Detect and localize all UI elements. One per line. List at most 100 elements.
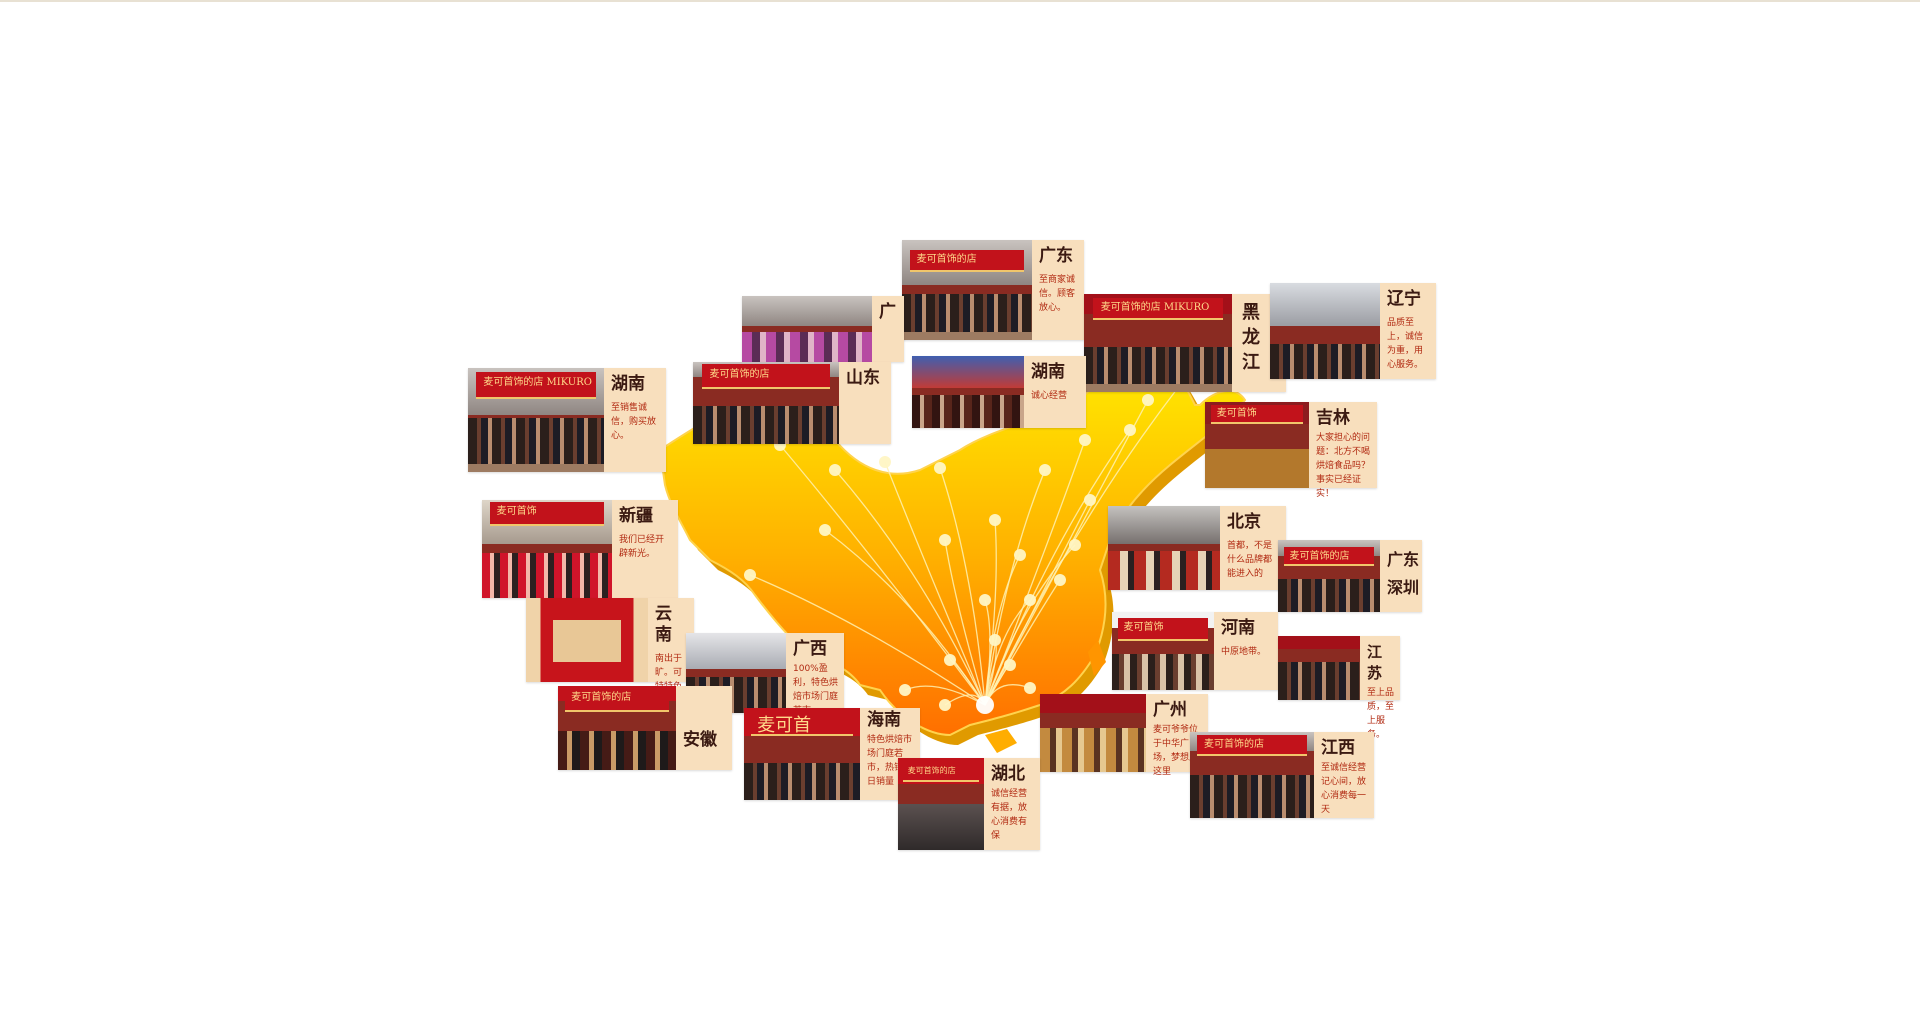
region-title: 新疆 xyxy=(619,506,653,526)
card-label: 新疆 我们已经开辟新光。 xyxy=(612,500,678,598)
location-dot xyxy=(979,594,991,606)
region-desc: 品质至上，诚信为重，用心服务。 xyxy=(1387,318,1424,370)
map-hainan-island xyxy=(985,729,1017,753)
card-hunan-mid: 湖南 诚心经营 xyxy=(912,356,1086,428)
location-dot xyxy=(1039,464,1051,476)
location-dot xyxy=(1024,594,1036,606)
region-title: 广东 xyxy=(1039,246,1073,266)
location-dot xyxy=(1124,424,1136,436)
card-label: 江苏 至上品质，至上服务。 xyxy=(1360,636,1400,740)
location-dot xyxy=(899,684,911,696)
region-title: 山东 xyxy=(846,368,880,388)
store-photo xyxy=(912,356,1024,428)
location-dot xyxy=(944,654,956,666)
location-dot xyxy=(744,569,756,581)
location-dot xyxy=(829,464,841,476)
location-dot xyxy=(939,699,951,711)
card-label: 广西 100%盈利，特色烘焙市场门庭若市。 xyxy=(786,633,844,716)
card-label: 山东 xyxy=(839,362,891,444)
card-hubei: 麦可首饰的店 湖北 诚信经营有据，放心消费有保 xyxy=(898,758,1040,850)
region-desc: 首都，不是什么品牌都能进入的 xyxy=(1227,541,1273,579)
region-title: 江西 xyxy=(1321,738,1355,758)
card-label: 广东 至商家诚信。顾客放心。 xyxy=(1032,240,1084,340)
location-dot xyxy=(1142,394,1154,406)
region-desc: 中原地带。 xyxy=(1221,647,1267,657)
store-photo: 麦可首饰的店 MIKURO xyxy=(1084,294,1232,392)
store-photo xyxy=(742,296,872,362)
region-desc: 大家担心的问题：北方不喝烘焙食品吗？事实已经证实！ xyxy=(1316,433,1371,499)
region-title: 广 xyxy=(879,302,896,322)
region-desc: 至销售诚信，购买放心。 xyxy=(611,403,657,441)
card-jilin: 麦可首饰 吉林 大家担心的问题：北方不喝烘焙食品吗？事实已经证实！ xyxy=(1205,402,1377,499)
region-desc: 诚信经营有据，放心消费有保 xyxy=(991,789,1028,841)
card-hainan: 麦可首 海南 特色烘焙市场门庭若市，热销，日销量 xyxy=(744,708,920,800)
card-liaoning: 辽宁 品质至上，诚信为重，用心服务。 xyxy=(1270,283,1436,379)
location-dot xyxy=(1014,549,1026,561)
region-desc: 我们已经开辟新光。 xyxy=(619,535,665,559)
card-jiangsu: 江苏 至上品质，至上服务。 xyxy=(1278,636,1400,740)
location-dot xyxy=(879,456,891,468)
region-title: 黑龙江 xyxy=(1242,302,1260,373)
region-title: 吉林 xyxy=(1316,408,1350,428)
card-heilongjiang: 麦可首饰的店 MIKURO 黑龙江 xyxy=(1084,294,1286,392)
store-photo: 麦可首饰 xyxy=(1112,612,1214,690)
location-dot xyxy=(1054,574,1066,586)
region-title: 辽宁 xyxy=(1387,289,1421,309)
store-photo: 麦可首饰的店 xyxy=(1190,732,1314,818)
card-label: 江西 至诚信经营记心间，放心消费每一天 xyxy=(1314,732,1374,818)
card-label: 湖北 诚信经营有据，放心消费有保 xyxy=(984,758,1040,850)
card-jiangxi: 麦可首饰的店 江西 至诚信经营记心间，放心消费每一天 xyxy=(1190,732,1374,818)
location-dot xyxy=(989,634,1001,646)
card-label: 吉林 大家担心的问题：北方不喝烘焙食品吗？事实已经证实！ xyxy=(1309,402,1377,499)
store-photo: 麦可首饰 xyxy=(482,500,612,598)
region-title: 湖南 xyxy=(1031,362,1065,382)
hub-dot xyxy=(976,696,994,714)
store-map-graphic: 麦可首饰的店 广东 至商家诚信。顾客放心。 广 麦可首饰的店 MIKURO 黑龙… xyxy=(0,0,1920,1032)
card-yunnan: 云南 南出于旷。可特特色千亿财富。 xyxy=(526,598,694,720)
location-dot xyxy=(989,514,1001,526)
china-map xyxy=(658,333,1253,753)
card-shandong: 麦可首饰的店 山东 xyxy=(693,362,891,444)
location-dot xyxy=(1084,494,1096,506)
store-photo: 麦可首 xyxy=(744,708,860,800)
store-photo xyxy=(1270,283,1380,379)
store-photo: 麦可首饰的店 xyxy=(558,686,676,770)
region-desc: 至商家诚信。顾客放心。 xyxy=(1039,275,1076,313)
store-photo xyxy=(526,598,648,682)
store-photo: 麦可首饰的店 xyxy=(902,240,1032,340)
card-label: 北京 首都，不是什么品牌都能进入的 xyxy=(1220,506,1286,590)
card-henan: 麦可首饰 河南 中原地带。 xyxy=(1112,612,1278,690)
card-label: 河南 中原地带。 xyxy=(1214,612,1278,690)
card-label: 辽宁 品质至上，诚信为重，用心服务。 xyxy=(1380,283,1436,379)
location-dot xyxy=(819,524,831,536)
store-photo xyxy=(1108,506,1220,590)
card-label: 广东深圳 xyxy=(1380,540,1422,612)
card-hunan-left: 麦可首饰的店 MIKURO 湖南 至销售诚信，购买放心。 xyxy=(468,368,666,472)
region-title: 广东深圳 xyxy=(1387,550,1420,597)
card-guangdong-shenzhen: 麦可首饰的店 广东深圳 xyxy=(1278,540,1422,612)
region-title: 海南 xyxy=(867,710,901,730)
card-guangzhou: 广州 麦可爷爷位于中华广场，梦想从这里 xyxy=(1040,694,1208,777)
region-title: 安徽 xyxy=(683,730,717,750)
store-photo: 麦可首饰的店 xyxy=(898,758,984,850)
card-xinjiang: 麦可首饰 新疆 我们已经开辟新光。 xyxy=(482,500,678,598)
region-title: 云南 xyxy=(655,604,672,645)
location-dot xyxy=(1079,434,1091,446)
card-beijing: 北京 首都，不是什么品牌都能进入的 xyxy=(1108,506,1286,590)
region-title: 江苏 xyxy=(1367,643,1383,682)
card-guang-small: 广 xyxy=(742,296,904,362)
store-photo: 麦可首饰的店 xyxy=(693,362,839,444)
store-photo xyxy=(1278,636,1360,700)
region-title: 河南 xyxy=(1221,618,1255,638)
store-photo xyxy=(1040,694,1146,772)
store-photo: 麦可首饰的店 MIKURO xyxy=(468,368,604,472)
store-photo: 麦可首饰的店 xyxy=(1278,540,1380,612)
location-dot xyxy=(939,534,951,546)
location-dot xyxy=(1069,539,1081,551)
location-dot xyxy=(934,462,946,474)
location-dot xyxy=(1024,682,1036,694)
region-desc: 诚心经营 xyxy=(1031,391,1068,401)
region-title: 湖北 xyxy=(991,764,1025,784)
card-anhui: 麦可首饰的店 安徽 xyxy=(558,686,732,770)
region-title: 广西 xyxy=(793,639,827,659)
